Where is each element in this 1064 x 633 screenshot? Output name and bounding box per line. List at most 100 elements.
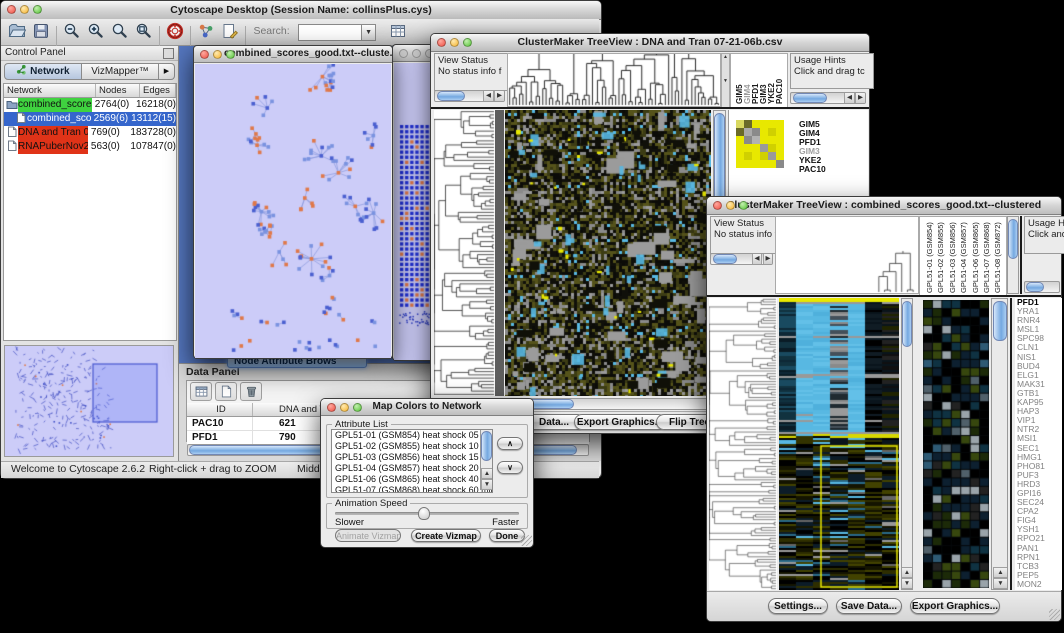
tab-network[interactable]: Network	[4, 63, 82, 80]
scrollbar-thumb[interactable]	[713, 254, 737, 264]
done-button[interactable]: Done	[489, 529, 525, 542]
scrollbar-thumb[interactable]	[993, 301, 1007, 341]
birdseye-canvas[interactable]	[5, 346, 173, 456]
scroll-right-arrow[interactable]: ▶	[763, 253, 773, 265]
network-titlebar[interactable]: combined_scores_good.txt--cluste...	[194, 46, 392, 63]
vizmapper-button[interactable]	[194, 20, 218, 42]
zoom-out-button[interactable]	[60, 20, 84, 42]
column-label[interactable]: GPL51-01 (GSM854)	[925, 219, 934, 293]
column-label[interactable]: GPL51-04 (GSM857)	[959, 219, 968, 293]
scroll-right-arrow[interactable]: ▶	[494, 90, 505, 102]
save-data-button[interactable]: Save Data...	[836, 598, 902, 614]
attributes-button[interactable]	[190, 382, 212, 401]
minimize-button[interactable]	[20, 5, 29, 14]
scrollbar-thumb[interactable]	[1026, 282, 1044, 292]
column-label[interactable]: GPL51-07 (GSM868)	[982, 219, 991, 293]
view-status-hscrollbar[interactable]: ◀ ▶	[434, 90, 505, 102]
open-file-button[interactable]	[5, 20, 29, 42]
column-header-nodes[interactable]: Nodes	[96, 84, 140, 97]
zoom-fit-button[interactable]	[132, 20, 156, 42]
usage-hints-hscrollbar[interactable]	[1024, 281, 1060, 293]
close-button[interactable]	[713, 201, 722, 210]
create-vizmap-button[interactable]: Create Vizmap	[411, 529, 481, 542]
minimize-button[interactable]	[213, 50, 222, 59]
gene-label[interactable]: MON2	[1017, 580, 1062, 589]
scroll-left-arrow[interactable]: ◀	[844, 92, 855, 104]
minimize-button[interactable]	[726, 201, 735, 210]
scrollbar-thumb[interactable]	[437, 91, 465, 101]
settings-button[interactable]: Settings...	[768, 598, 828, 614]
view-status-hscrollbar[interactable]: ◀ ▶	[710, 253, 773, 265]
heatmap[interactable]	[779, 298, 899, 590]
close-button[interactable]	[327, 403, 336, 412]
list-vscrollbar[interactable]: ▲ ▼	[480, 430, 492, 490]
network-row[interactable]: combined_scores2764(0)16218(0)	[4, 98, 176, 112]
dendrogram-scroll-strip[interactable]: ▲▼	[721, 53, 730, 109]
heatmap-hscrollbar[interactable]	[505, 398, 711, 410]
treeview2-titlebar[interactable]: ClusterMaker TreeView : combined_scores_…	[707, 197, 1061, 215]
delete-attribute-button[interactable]	[240, 382, 262, 401]
zoom-selected-button[interactable]	[108, 20, 132, 42]
network-row[interactable]: RNAPuberNov2+|563(0)107847(0)	[4, 140, 176, 154]
close-button[interactable]	[200, 50, 209, 59]
cluster-vscrollbar[interactable]: ▲ ▼	[991, 298, 1008, 590]
help-lifering-button[interactable]	[163, 20, 187, 42]
attribute-editor-button[interactable]	[389, 27, 407, 44]
network-row[interactable]: DNA and Tran 07769(0)183728(0)	[4, 126, 176, 140]
float-panel-icon[interactable]	[163, 48, 174, 59]
row-dendrogram[interactable]	[709, 298, 777, 590]
scrollbar-thumb[interactable]	[793, 93, 827, 103]
column-header-id[interactable]: ID	[187, 403, 253, 416]
column-label[interactable]: GPL51-08 (GSM872)	[993, 219, 1002, 293]
close-button[interactable]	[437, 38, 446, 47]
scrollbar-thumb[interactable]	[481, 431, 492, 461]
scrollbar-thumb[interactable]	[714, 113, 725, 205]
labels-vscrollbar[interactable]	[1007, 216, 1019, 294]
scroll-down-arrow[interactable]: ▼	[481, 479, 492, 490]
column-label[interactable]: PAC10	[775, 56, 784, 104]
attribute-item[interactable]: GPL51-07 (GSM868) heat shock 60 min	[335, 485, 492, 493]
attribute-item[interactable]: GPL51-01 (GSM854) heat shock 05 min	[335, 430, 492, 441]
usage-hints-hscrollbar[interactable]: ◀ ▶	[790, 92, 866, 104]
scroll-up-arrow[interactable]: ▲	[481, 468, 492, 479]
zoom-button[interactable]	[463, 38, 472, 47]
minimize-button[interactable]	[450, 38, 459, 47]
row-dendrogram[interactable]	[434, 110, 495, 396]
attribute-list[interactable]: GPL51-01 (GSM854) heat shock 05 minGPL51…	[331, 429, 493, 493]
speed-slider-thumb[interactable]	[418, 507, 430, 520]
network-canvas[interactable]	[195, 64, 391, 358]
scroll-left-arrow[interactable]: ◀	[752, 253, 762, 265]
tab-vizmapper[interactable]: VizMapper™	[82, 63, 159, 80]
zoom-button[interactable]	[739, 201, 748, 210]
attribute-item[interactable]: GPL51-03 (GSM856) heat shock 15 min	[335, 452, 492, 463]
attribute-item[interactable]: GPL51-02 (GSM855) heat shock 10 min	[335, 441, 492, 452]
column-label[interactable]: GPL51-03 (GSM856)	[948, 219, 957, 293]
export-graphics-button[interactable]: Export Graphics...	[574, 414, 666, 430]
main-titlebar[interactable]: Cytoscape Desktop (Session Name: collins…	[1, 1, 601, 20]
move-down-button[interactable]: ∨	[497, 461, 523, 474]
zoom-in-button[interactable]	[84, 20, 108, 42]
scrollbar-thumb[interactable]	[1008, 219, 1018, 259]
birdseye-view[interactable]	[4, 345, 174, 457]
new-attribute-button[interactable]	[215, 382, 237, 401]
cluster-heatmap[interactable]	[923, 300, 989, 588]
annotation-button[interactable]	[218, 20, 242, 42]
tab-overflow-arrow[interactable]: ▶	[159, 63, 175, 80]
save-session-button[interactable]	[29, 20, 53, 42]
scroll-down-arrow[interactable]: ▼	[901, 578, 913, 589]
column-dendrogram[interactable]	[775, 216, 919, 294]
search-input[interactable]	[298, 24, 362, 41]
minimize-button[interactable]	[412, 49, 421, 58]
column-header-network[interactable]: Network	[4, 84, 96, 97]
zoom-button[interactable]	[33, 5, 42, 14]
scroll-down-arrow[interactable]: ▼	[993, 578, 1008, 589]
minimize-button[interactable]	[340, 403, 349, 412]
column-label[interactable]: GPL51-02 (GSM855)	[936, 219, 945, 293]
column-label[interactable]: GPL51-06 (GSM865)	[971, 219, 980, 293]
scrollbar-thumb[interactable]	[902, 301, 912, 347]
animate-vizmap-button[interactable]: Animate Vizmap	[335, 529, 401, 542]
search-dropdown-arrow[interactable]: ▼	[362, 24, 376, 41]
scroll-right-arrow[interactable]: ▶	[855, 92, 866, 104]
resize-grip[interactable]	[1049, 609, 1060, 620]
zoom-button[interactable]	[226, 50, 235, 59]
